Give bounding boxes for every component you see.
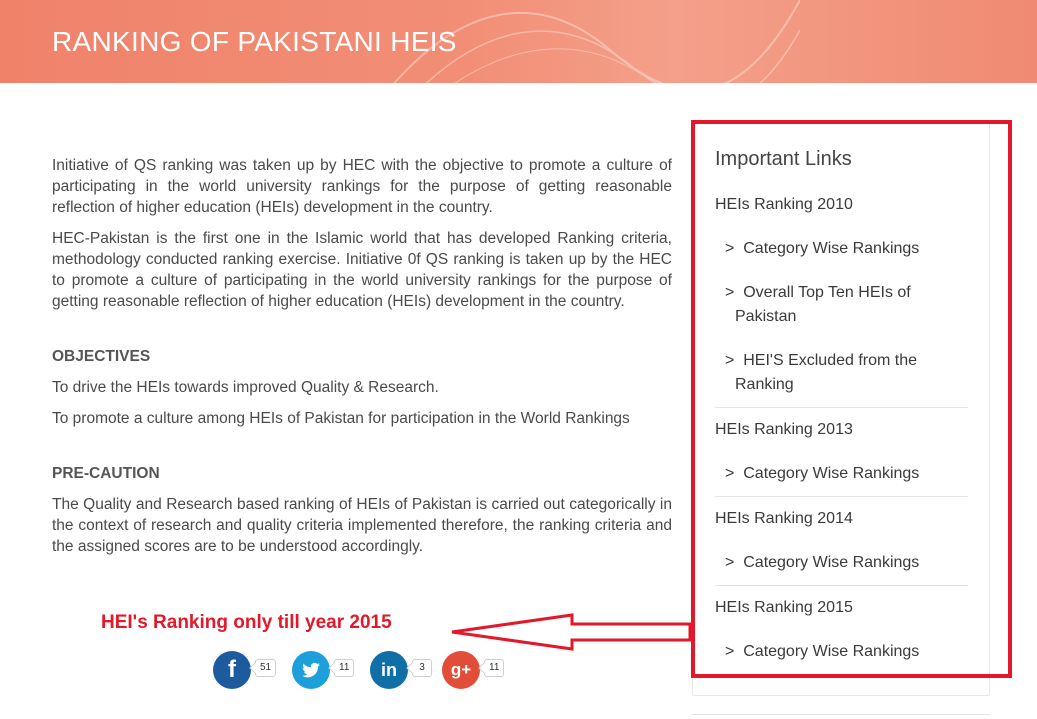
sidebar-sublink-category-wise-2015[interactable]: > Category Wise Rankings	[725, 640, 960, 664]
chevron-right-icon: >	[725, 352, 735, 369]
sidebar-bottom-divider	[692, 714, 990, 715]
sidebar-sublink-excluded-2010[interactable]: > HEI'S Excluded from the Ranking	[725, 349, 960, 397]
linkedin-icon: in	[370, 651, 408, 689]
share-count: 11	[484, 659, 505, 677]
chevron-right-icon: >	[725, 284, 735, 301]
precaution-paragraph: The Quality and Research based ranking o…	[52, 496, 672, 555]
objective-item: To drive the HEIs towards improved Quali…	[52, 379, 439, 396]
sidebar-sublink-label: Category Wise Rankings	[743, 240, 920, 257]
sidebar-sublink-top-ten-2010[interactable]: > Overall Top Ten HEIs of Pakistan	[725, 281, 960, 329]
sidebar-link-ranking-2015[interactable]: HEIs Ranking 2015	[715, 596, 853, 620]
sidebar-sublink-label: Overall Top Ten HEIs of	[743, 284, 911, 301]
objective-item: To promote a culture among HEIs of Pakis…	[52, 410, 630, 427]
sidebar-sublink-label: HEI'S Excluded from the	[743, 352, 918, 369]
sidebar-divider	[715, 496, 968, 497]
intro-paragraph-1: Initiative of QS ranking was taken up by…	[52, 157, 672, 216]
sidebar-sublink-label: Category Wise Rankings	[743, 465, 920, 482]
chevron-right-icon: >	[725, 554, 735, 571]
sidebar-link-ranking-2010[interactable]: HEIs Ranking 2010	[715, 193, 853, 217]
chevron-right-icon: >	[725, 465, 735, 482]
facebook-icon: f	[213, 651, 251, 689]
sidebar-link-ranking-2014[interactable]: HEIs Ranking 2014	[715, 507, 853, 531]
objectives-heading: OBJECTIVES	[52, 348, 151, 365]
twitter-icon	[292, 651, 330, 689]
page-title: RANKING OF PAKISTANI HEIS	[52, 26, 457, 57]
intro-paragraph-2: HEC-Pakistan is the first one in the Isl…	[52, 230, 672, 310]
chevron-right-icon: >	[725, 643, 735, 660]
sidebar-sublink-category-wise-2013[interactable]: > Category Wise Rankings	[725, 462, 960, 486]
annotation-text: HEI's Ranking only till year 2015	[101, 612, 392, 633]
sidebar-sublink-label-line2: Pakistan	[735, 308, 797, 325]
sidebar-sublink-label-line2: Ranking	[735, 376, 794, 393]
sidebar-divider	[715, 407, 968, 408]
sidebar-sublink-label: Category Wise Rankings	[743, 554, 920, 571]
sidebar-sublink-category-wise-2014[interactable]: > Category Wise Rankings	[725, 551, 960, 575]
annotation-arrow-icon	[451, 613, 692, 651]
chevron-right-icon: >	[725, 240, 735, 257]
share-count: 11	[334, 659, 355, 677]
share-count: 51	[255, 659, 277, 677]
precaution-heading: PRE-CAUTION	[52, 465, 160, 482]
sidebar-link-ranking-2013[interactable]: HEIs Ranking 2013	[715, 418, 853, 442]
sidebar-title: Important Links	[715, 148, 852, 170]
page-banner: RANKING OF PAKISTANI HEIS	[0, 0, 1037, 83]
google-plus-icon: g+	[442, 651, 480, 689]
sidebar-divider	[715, 585, 968, 586]
sidebar-sublink-category-wise-2010[interactable]: > Category Wise Rankings	[725, 237, 960, 261]
main-content: Initiative of QS ranking was taken up by…	[52, 155, 672, 567]
share-count: 3	[412, 659, 432, 677]
sidebar-sublink-label: Category Wise Rankings	[743, 643, 920, 660]
